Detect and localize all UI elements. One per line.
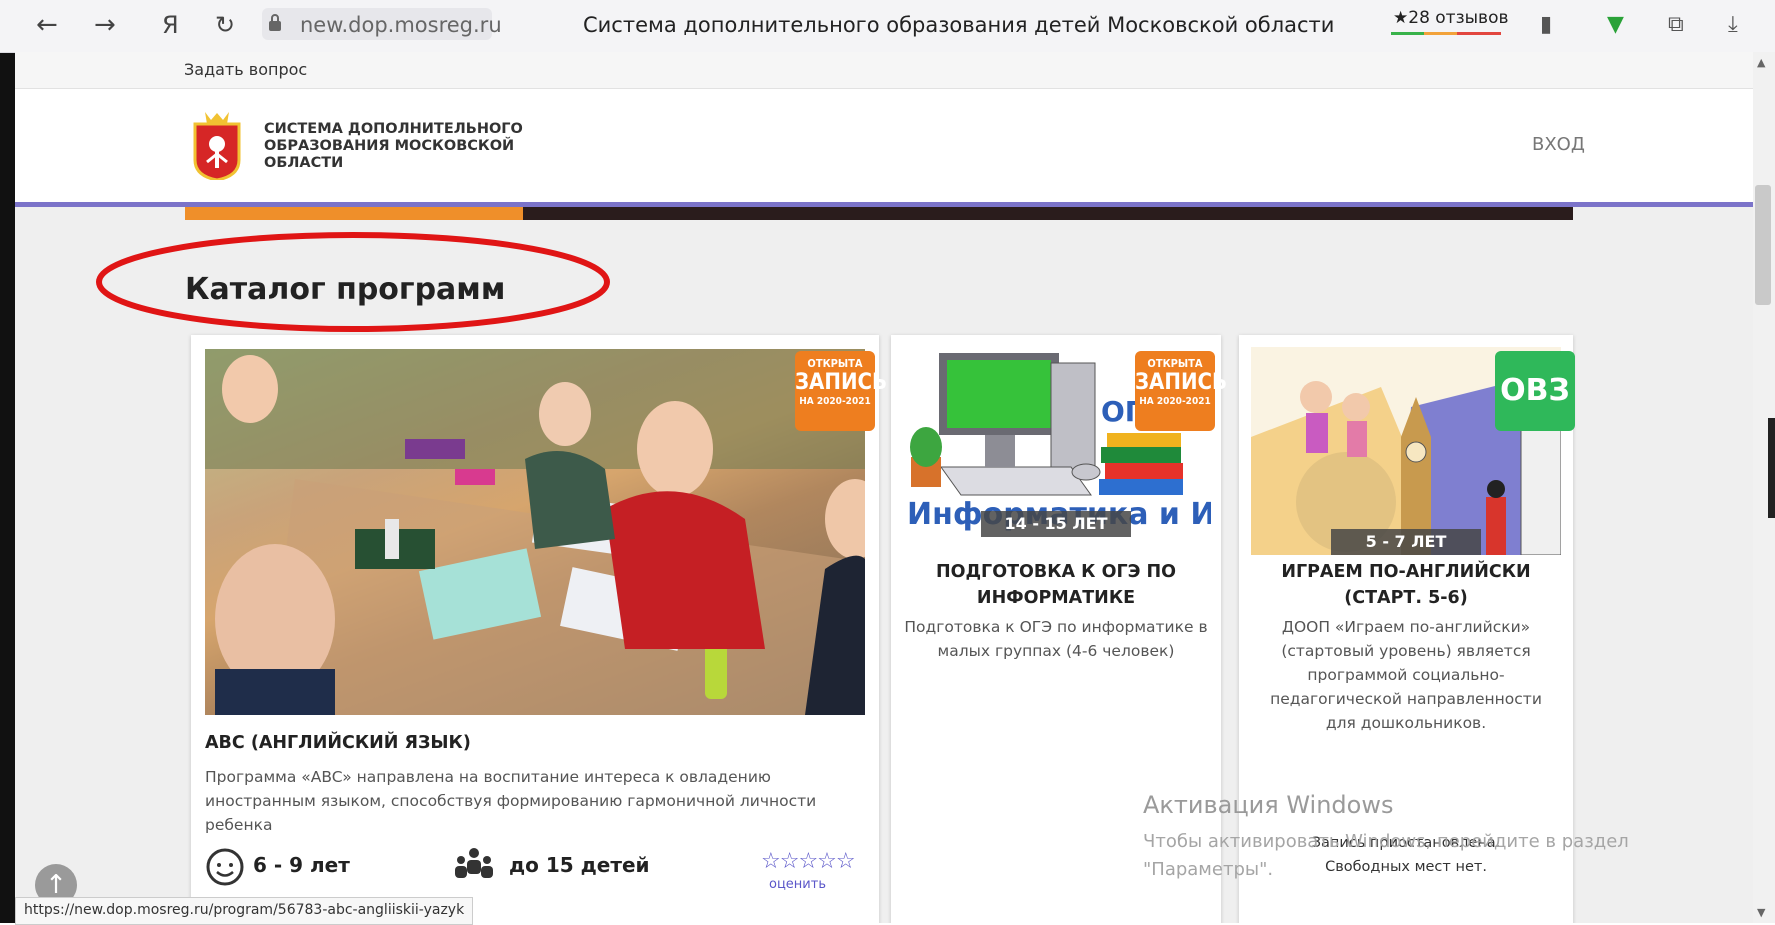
site-brand[interactable]: Система дополнительного образования Моск… — [264, 121, 524, 172]
moscow-region-crest-logo[interactable] — [191, 110, 243, 180]
badge-line3: НА 2020-2021 — [1139, 396, 1211, 407]
children-classroom-photo — [205, 349, 865, 715]
forward-icon[interactable]: → — [94, 8, 116, 42]
reviews-count: 28 отзывов — [1408, 8, 1509, 28]
status-bar-url: https://new.dop.mosreg.ru/program/56783-… — [15, 897, 474, 925]
child-face-icon — [206, 848, 244, 886]
bookmark-icon[interactable]: ▮ — [1540, 12, 1552, 37]
badge-line2: ЗАПИСЬ — [795, 370, 888, 395]
back-icon[interactable]: ← — [36, 8, 58, 42]
window-edge — [0, 0, 15, 923]
lock-icon — [269, 14, 281, 31]
badge-line3: НА 2020-2021 — [799, 396, 871, 407]
windows-activation-hint: Чтобы активировать Windows, перейдите в … — [1143, 831, 1629, 880]
program-description: Подготовка к ОГЭ по информатике в малых … — [904, 618, 1208, 660]
banner-strip-image — [523, 207, 1573, 220]
window-title: Система дополнительного образования дете… — [583, 13, 1335, 37]
open-enrollment-badge: ОТКРЫТА ЗАПИСЬ НА 2020-2021 — [795, 351, 888, 431]
browser-toolbar: ← → Я ↻ new.dop.mosreg.ru Система дополн… — [0, 0, 1775, 53]
reviews-rating-bar — [1391, 32, 1501, 35]
url-text[interactable]: new.dop.mosreg.ru — [300, 13, 502, 37]
banner-strip — [185, 207, 523, 220]
program-description: ДООП «Играем по-английски» (стартовый ур… — [1270, 618, 1542, 732]
extensions-icon[interactable]: ⧉ — [1668, 12, 1684, 37]
login-link[interactable]: ВХОД — [1532, 134, 1585, 155]
top-bar: Задать вопрос — [15, 52, 1753, 89]
rate-link[interactable]: оценить — [769, 877, 826, 892]
program-photo[interactable] — [205, 349, 865, 715]
page-content: Задать вопрос Система дополнительного об… — [15, 52, 1753, 923]
badge-line1: ОТКРЫТА — [1147, 357, 1203, 370]
windows-activation-title: Активация Windows — [1143, 791, 1394, 819]
download-manager-icon[interactable]: ▼ — [1607, 12, 1624, 37]
scroll-up-icon[interactable]: ▲ — [1757, 56, 1765, 69]
badge-line2: ЗАПИСЬ — [1135, 370, 1228, 395]
program-description: Программа «ABC» направлена на воспитание… — [205, 768, 817, 834]
age-badge: 5 - 7 ЛЕТ — [1331, 529, 1481, 555]
yandex-icon[interactable]: Я — [162, 8, 179, 42]
program-title[interactable]: ABC (АНГЛИЙСКИЙ ЯЗЫК) — [205, 733, 471, 753]
ovz-badge: ОВЗ — [1495, 351, 1575, 431]
age-range: 6 - 9 лет — [253, 853, 350, 877]
download-icon[interactable]: ⤓ — [1728, 12, 1738, 37]
open-enrollment-badge: ОТКРЫТА ЗАПИСЬ НА 2020-2021 — [1135, 351, 1228, 431]
highlight-ellipse — [96, 232, 610, 332]
age-badge: 14 - 15 ЛЕТ — [981, 511, 1131, 537]
badge-line1: ОТКРЫТА — [807, 357, 863, 370]
program-title[interactable]: ИГРАЕМ ПО-АНГЛИЙСКИ (СТАРТ. 5-6) — [1256, 559, 1556, 611]
program-title[interactable]: ПОДГОТОВКА К ОГЭ ПО ИНФОРМАТИКЕ — [906, 559, 1206, 611]
scrollbar-thumb[interactable] — [1755, 185, 1771, 305]
side-panel-handle[interactable] — [1768, 418, 1775, 518]
reviews-link[interactable]: ★28 отзывов — [1393, 8, 1509, 28]
scroll-down-icon[interactable]: ▼ — [1757, 906, 1765, 919]
program-card-abc[interactable]: ОТКРЫТА ЗАПИСЬ НА 2020-2021 ABC (АНГЛИЙС… — [191, 335, 888, 923]
group-size: до 15 детей — [509, 853, 650, 877]
ask-question-link[interactable]: Задать вопрос — [184, 60, 307, 79]
group-icon — [455, 848, 493, 878]
rating-stars-icon[interactable]: ☆☆☆☆☆ — [761, 849, 856, 874]
reload-icon[interactable]: ↻ — [215, 8, 235, 42]
